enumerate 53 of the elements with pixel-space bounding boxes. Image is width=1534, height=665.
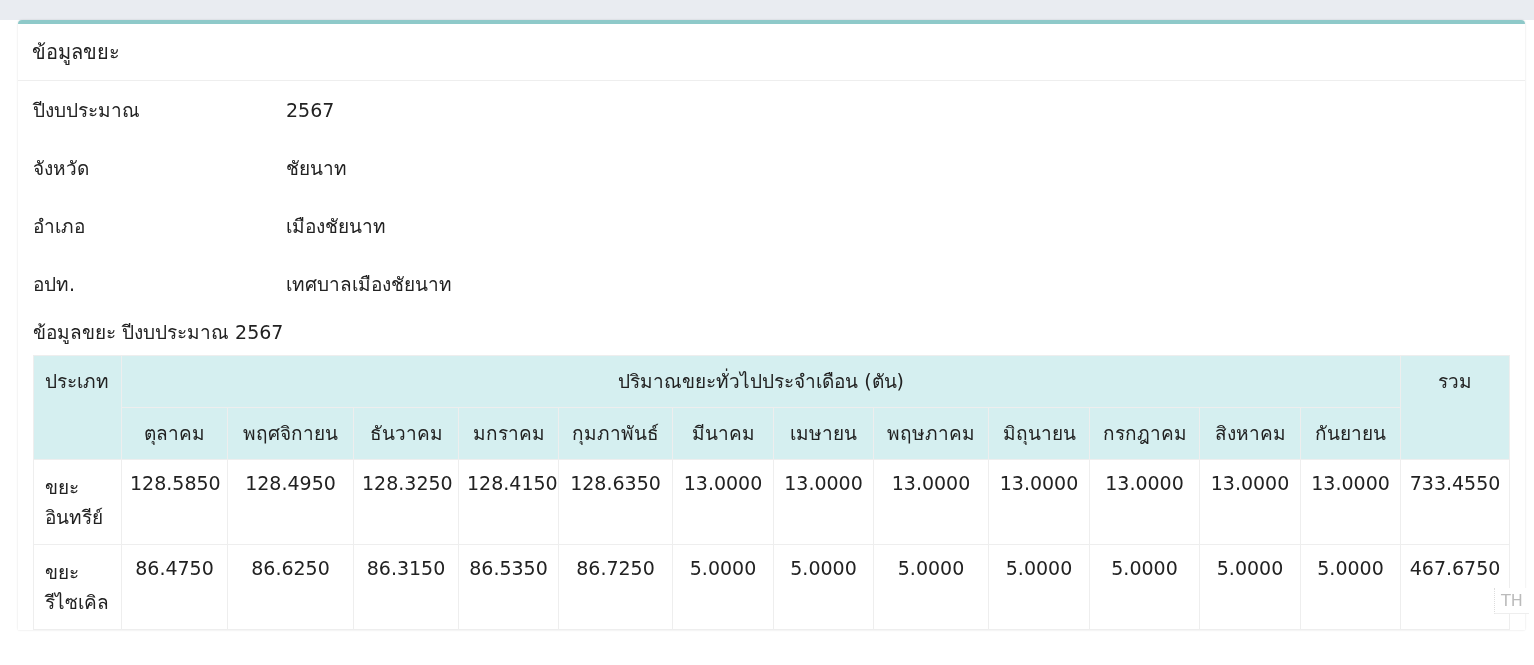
table-cell: 128.3250 — [353, 459, 459, 545]
month-header: มิถุนายน — [988, 407, 1090, 460]
language-badge[interactable]: TH — [1494, 588, 1529, 614]
field-label: ปีงบประมาณ — [33, 98, 141, 123]
table-cell: 13.0000 — [988, 459, 1090, 545]
table-cell: 128.6350 — [558, 459, 673, 545]
table-cell: 5.0000 — [873, 544, 989, 630]
table-cell: 13.0000 — [873, 459, 989, 545]
field-label: อำเภอ — [33, 214, 86, 239]
field-label: จังหวัด — [33, 156, 90, 181]
table-cell: 13.0000 — [1089, 459, 1200, 545]
month-header: กุมภาพันธ์ — [558, 407, 673, 460]
card-title: ข้อมูลขยะ — [18, 24, 1525, 81]
field-value: 2567 — [286, 99, 335, 121]
month-header: พฤศจิกายน — [227, 407, 354, 460]
table-caption: ข้อมูลขยะ ปีงบประมาณ 2567 — [33, 320, 285, 346]
field-label: อปท. — [33, 272, 77, 297]
total-header: รวม — [1400, 355, 1510, 460]
table-cell: 5.0000 — [773, 544, 874, 630]
month-header: กันยายน — [1300, 407, 1401, 460]
table-cell: 86.5350 — [458, 544, 559, 630]
field-value: เทศบาลเมืองชัยนาท — [286, 272, 452, 297]
month-header: กรกฎาคม — [1089, 407, 1200, 460]
table-cell: 5.0000 — [672, 544, 774, 630]
month-header: มีนาคม — [672, 407, 774, 460]
table-cell: 128.5850 — [121, 459, 228, 545]
table-cell: 86.3150 — [353, 544, 459, 630]
table-cell: 13.0000 — [672, 459, 774, 545]
table-cell: 86.7250 — [558, 544, 673, 630]
table-cell: 733.4550 — [1400, 459, 1510, 545]
month-header: ตุลาคม — [121, 407, 228, 460]
table-cell: 5.0000 — [1300, 544, 1401, 630]
type-header: ประเภท — [33, 355, 122, 460]
table-cell: 5.0000 — [988, 544, 1090, 630]
month-header: มกราคม — [458, 407, 559, 460]
month-header: พฤษภาคม — [873, 407, 989, 460]
field-value: ชัยนาท — [286, 156, 347, 181]
table-cell: ขยะ อินทรีย์ — [33, 459, 122, 545]
month-header: ธันวาคม — [353, 407, 459, 460]
table-cell: 86.6250 — [227, 544, 354, 630]
field-value: เมืองชัยนาท — [286, 214, 386, 239]
month-header: สิงหาคม — [1199, 407, 1301, 460]
month-header: เมษายน — [773, 407, 874, 460]
table-cell: 128.4950 — [227, 459, 354, 545]
group-header: ปริมาณขยะทั่วไปประจำเดือน (ตัน) — [121, 355, 1401, 408]
table-cell: 5.0000 — [1199, 544, 1301, 630]
table-cell: 13.0000 — [1199, 459, 1301, 545]
table-cell: 5.0000 — [1089, 544, 1200, 630]
table-cell: 13.0000 — [773, 459, 874, 545]
table-cell: 13.0000 — [1300, 459, 1401, 545]
table-cell: 128.4150 — [458, 459, 559, 545]
table-cell: 86.4750 — [121, 544, 228, 630]
table-cell: ขยะ รีไซเคิล — [33, 544, 122, 630]
